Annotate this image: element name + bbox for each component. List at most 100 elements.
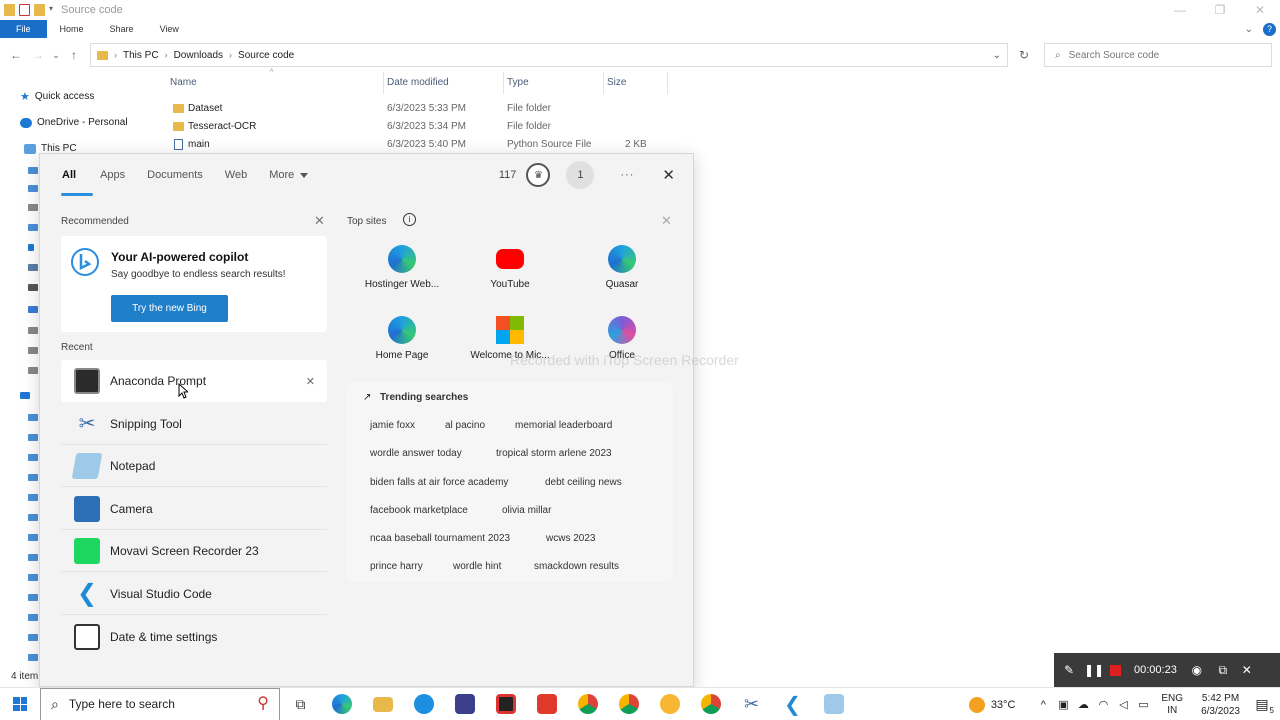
dismiss-recommended-icon[interactable]: ✕ bbox=[314, 213, 325, 229]
chevron-down-icon[interactable]: ⌄ bbox=[993, 50, 1001, 61]
task-view-icon[interactable]: ⧉ bbox=[280, 688, 321, 720]
tab-apps[interactable]: Apps bbox=[100, 154, 125, 196]
column-divider[interactable] bbox=[503, 72, 504, 94]
drive-icon[interactable] bbox=[28, 327, 38, 334]
trending-chip[interactable]: memorial leaderboard bbox=[515, 418, 612, 433]
file-explorer-taskbar-icon[interactable] bbox=[362, 688, 403, 720]
file-row[interactable]: Tesseract-OCR 6/3/2023 5:34 PM File fold… bbox=[155, 118, 675, 136]
chrome-taskbar-icon[interactable] bbox=[567, 688, 608, 720]
tab-more[interactable]: More bbox=[269, 154, 309, 196]
back-icon[interactable]: ← bbox=[5, 48, 27, 62]
network-computer-icon[interactable] bbox=[28, 434, 38, 441]
notifications-icon[interactable]: ▤ 5 bbox=[1250, 696, 1274, 715]
pen-icon[interactable]: ✎ bbox=[1054, 653, 1084, 687]
tray-app-icon[interactable]: ▣ bbox=[1053, 698, 1073, 711]
music-icon[interactable] bbox=[28, 244, 34, 251]
taskbar-search[interactable]: ⌕ Type here to search ⚲ bbox=[40, 687, 280, 720]
chevron-right-icon[interactable]: › bbox=[114, 50, 117, 60]
maximize-button[interactable]: ❐ bbox=[1200, 0, 1240, 20]
clock[interactable]: 5:42 PM 6/3/2023 bbox=[1201, 692, 1240, 718]
network-computer-icon[interactable] bbox=[28, 474, 38, 481]
document-icon[interactable] bbox=[28, 204, 38, 211]
info-icon[interactable]: i bbox=[403, 213, 416, 226]
videos-icon[interactable] bbox=[28, 284, 38, 291]
tab-web[interactable]: Web bbox=[225, 154, 247, 196]
refresh-icon[interactable]: ↻ bbox=[1013, 43, 1035, 67]
trending-chip[interactable]: ncaa baseball tournament 2023 bbox=[370, 531, 510, 546]
column-size[interactable]: Size bbox=[607, 77, 626, 88]
column-type[interactable]: Type bbox=[507, 77, 529, 88]
network-computer-icon[interactable] bbox=[28, 614, 38, 621]
network-computer-icon[interactable] bbox=[28, 574, 38, 581]
snipping-tool-taskbar-icon[interactable]: ✂ bbox=[731, 688, 772, 720]
recent-item-date-time-settings[interactable]: Date & time settings bbox=[61, 616, 327, 658]
onedrive-icon[interactable]: ☁ bbox=[1073, 698, 1093, 711]
trending-chip[interactable]: smackdown results bbox=[534, 559, 619, 574]
column-name[interactable]: Name bbox=[170, 77, 197, 88]
weather-icon[interactable] bbox=[968, 696, 985, 713]
office-taskbar-icon[interactable] bbox=[526, 688, 567, 720]
file-row[interactable]: main 6/3/2023 5:40 PM Python Source File… bbox=[155, 136, 675, 154]
rewards-points[interactable]: 117 bbox=[499, 169, 517, 181]
chevron-down-icon[interactable]: ▾ bbox=[49, 4, 53, 16]
up-icon[interactable]: ↑ bbox=[63, 48, 85, 62]
trending-chip[interactable]: facebook marketplace bbox=[370, 503, 468, 518]
new-folder-icon[interactable] bbox=[34, 4, 45, 16]
forward-icon[interactable]: → bbox=[27, 48, 49, 62]
folder-icon[interactable] bbox=[28, 185, 38, 192]
expand-ribbon-icon[interactable]: ⌄ bbox=[1245, 24, 1253, 35]
top-site-home-page[interactable]: Home Page bbox=[347, 308, 457, 370]
tab-view[interactable]: View bbox=[147, 20, 192, 38]
remove-recent-icon[interactable]: ✕ bbox=[306, 375, 315, 388]
drive-icon[interactable] bbox=[28, 367, 38, 374]
chevron-up-icon[interactable]: ^ bbox=[1033, 699, 1053, 711]
recorder-taskbar-icon[interactable] bbox=[485, 688, 526, 720]
network-computer-icon[interactable] bbox=[28, 534, 38, 541]
recent-item-vscode[interactable]: ❮ Visual Studio Code bbox=[61, 573, 327, 615]
tab-documents[interactable]: Documents bbox=[147, 154, 203, 196]
drive-icon[interactable] bbox=[28, 306, 38, 313]
trending-chip[interactable]: tropical storm arlene 2023 bbox=[496, 446, 612, 461]
recent-locations-icon[interactable]: ⌄ bbox=[49, 50, 63, 61]
recent-item-camera[interactable]: Camera bbox=[61, 488, 327, 530]
battery-icon[interactable]: ▭ bbox=[1133, 698, 1153, 711]
drive-icon[interactable] bbox=[28, 347, 38, 354]
volume-icon[interactable]: ◁ bbox=[1113, 698, 1133, 711]
close-icon[interactable]: ✕ bbox=[662, 166, 675, 184]
network-computer-icon[interactable] bbox=[28, 454, 38, 461]
recent-item-notepad[interactable]: Notepad bbox=[61, 445, 327, 487]
recent-item-movavi[interactable]: Movavi Screen Recorder 23 bbox=[61, 530, 327, 572]
trending-chip[interactable]: prince harry bbox=[370, 559, 423, 574]
chevron-right-icon[interactable]: › bbox=[229, 50, 232, 60]
wifi-icon[interactable]: ◠ bbox=[1093, 698, 1113, 711]
pause-icon[interactable]: ❚❚ bbox=[1084, 653, 1104, 687]
network-computer-icon[interactable] bbox=[28, 594, 38, 601]
network-computer-icon[interactable] bbox=[28, 654, 38, 661]
top-site-youtube[interactable]: YouTube bbox=[455, 237, 565, 299]
network-computer-icon[interactable] bbox=[28, 494, 38, 501]
trending-chip[interactable]: wordle hint bbox=[453, 559, 501, 574]
notepad-taskbar-icon[interactable] bbox=[813, 688, 854, 720]
nav-onedrive[interactable]: OneDrive - Personal bbox=[20, 117, 128, 128]
chrome-taskbar-icon[interactable] bbox=[690, 688, 731, 720]
trending-chip[interactable]: debt ceiling news bbox=[545, 475, 622, 490]
close-button[interactable]: ✕ bbox=[1240, 0, 1280, 20]
properties-icon[interactable] bbox=[19, 4, 30, 16]
trending-chip[interactable]: wcws 2023 bbox=[546, 531, 595, 546]
temperature[interactable]: 33°C bbox=[991, 699, 1016, 711]
edit-icon[interactable]: ⧉ bbox=[1209, 653, 1237, 687]
chrome-taskbar-icon[interactable] bbox=[608, 688, 649, 720]
app-taskbar-icon[interactable] bbox=[444, 688, 485, 720]
start-button[interactable] bbox=[0, 688, 40, 720]
try-bing-button[interactable]: Try the new Bing bbox=[111, 295, 228, 322]
search-input[interactable]: ⌕ Search Source code bbox=[1044, 43, 1272, 67]
network-computer-icon[interactable] bbox=[28, 414, 38, 421]
download-icon[interactable] bbox=[28, 224, 38, 231]
address-bar[interactable]: › This PC › Downloads › Source code ⌄ bbox=[90, 43, 1008, 67]
top-site-hostinger[interactable]: Hostinger Web... bbox=[347, 237, 457, 299]
more-options-icon[interactable]: ··· bbox=[620, 169, 634, 181]
language-indicator[interactable]: ENG IN bbox=[1161, 693, 1183, 717]
minimize-button[interactable]: — bbox=[1160, 0, 1200, 20]
chevron-right-icon[interactable]: › bbox=[165, 50, 168, 60]
stop-button[interactable] bbox=[1104, 653, 1126, 687]
